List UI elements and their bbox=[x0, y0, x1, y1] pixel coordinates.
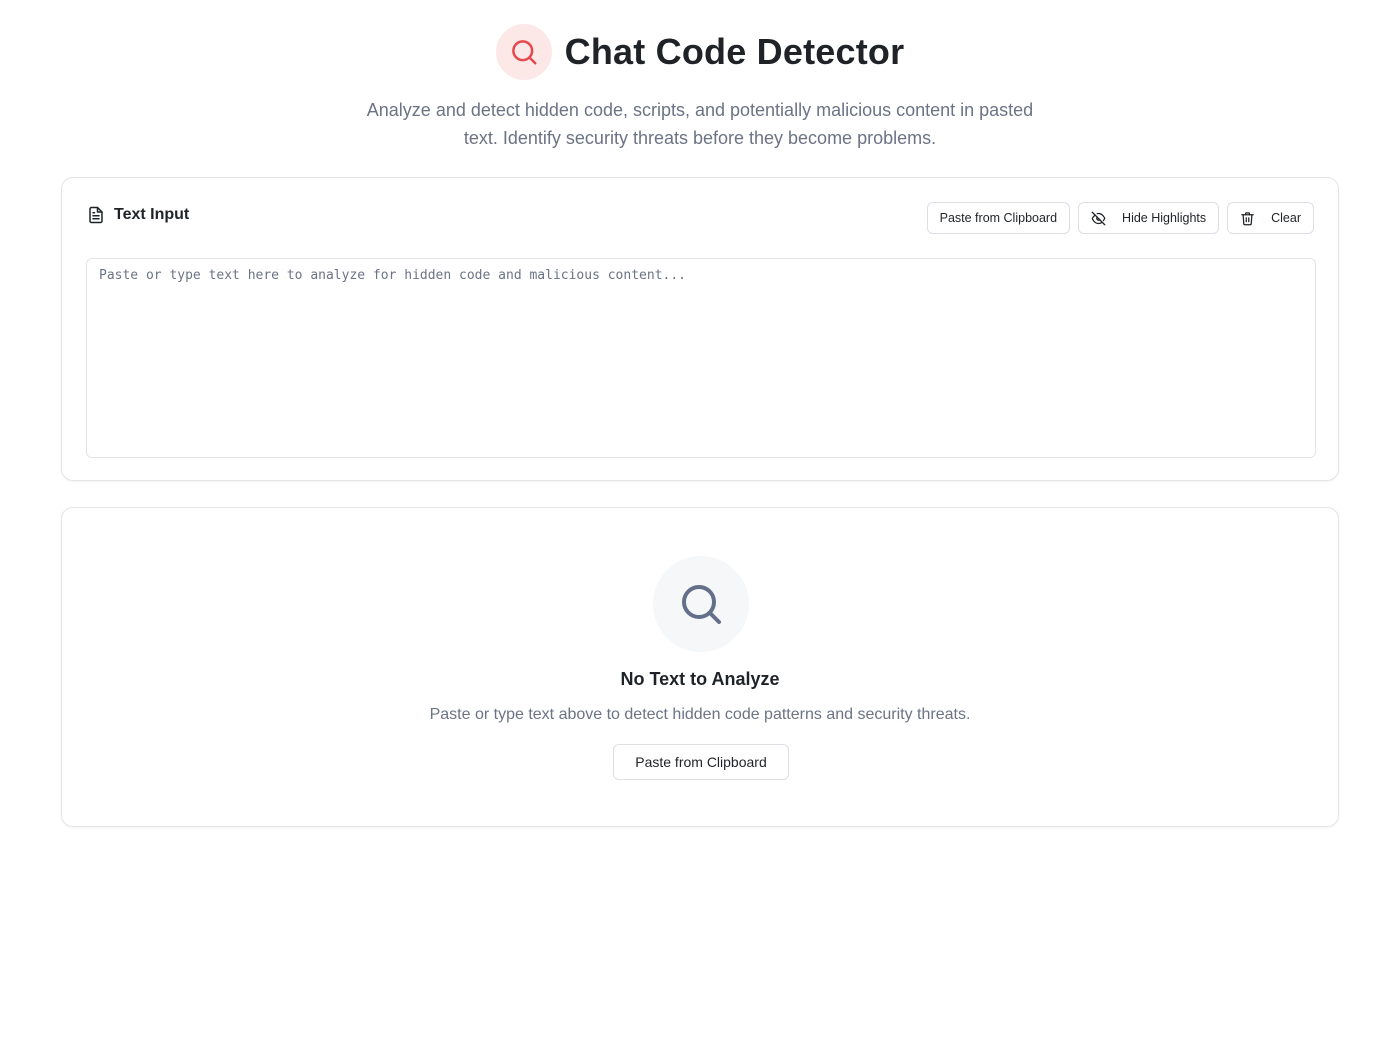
input-toolbar: Paste from Clipboard Hide Highlights Cle… bbox=[926, 202, 1314, 234]
empty-state-icon-wrap bbox=[653, 556, 749, 652]
document-icon bbox=[87, 206, 105, 224]
text-input-card: Text Input Paste from Clipboard Hide Hig… bbox=[61, 177, 1339, 481]
page-subtitle: Analyze and detect hidden code, scripts,… bbox=[366, 100, 1034, 148]
page-title: Chat Code Detector bbox=[564, 31, 905, 72]
paste-from-clipboard-button[interactable]: Paste from Clipboard bbox=[926, 202, 1071, 234]
logo bbox=[495, 24, 552, 80]
title-row: Chat Code Detector bbox=[0, 24, 1400, 80]
empty-state-title: No Text to Analyze bbox=[620, 669, 780, 689]
search-icon bbox=[677, 580, 725, 628]
hide-highlights-button[interactable]: Hide Highlights bbox=[1078, 202, 1220, 234]
card-header: Text Input bbox=[87, 206, 189, 224]
clear-label: Clear bbox=[1271, 211, 1301, 225]
empty-state-text: Paste or type text above to detect hidde… bbox=[429, 706, 971, 723]
card-title: Text Input bbox=[114, 206, 190, 223]
search-icon bbox=[509, 37, 539, 67]
paste-button-label: Paste from Clipboard bbox=[939, 211, 1058, 225]
text-input-field[interactable] bbox=[86, 258, 1316, 458]
empty-state-card: No Text to Analyze Paste or type text ab… bbox=[61, 507, 1339, 827]
empty-state-paste-label: Paste from Clipboard bbox=[635, 754, 767, 770]
trash-icon bbox=[1240, 211, 1255, 226]
empty-state-paste-button[interactable]: Paste from Clipboard bbox=[613, 744, 789, 780]
clear-button[interactable]: Clear bbox=[1227, 202, 1314, 234]
eye-off-icon bbox=[1091, 211, 1106, 226]
hide-highlights-label: Hide Highlights bbox=[1122, 211, 1207, 225]
